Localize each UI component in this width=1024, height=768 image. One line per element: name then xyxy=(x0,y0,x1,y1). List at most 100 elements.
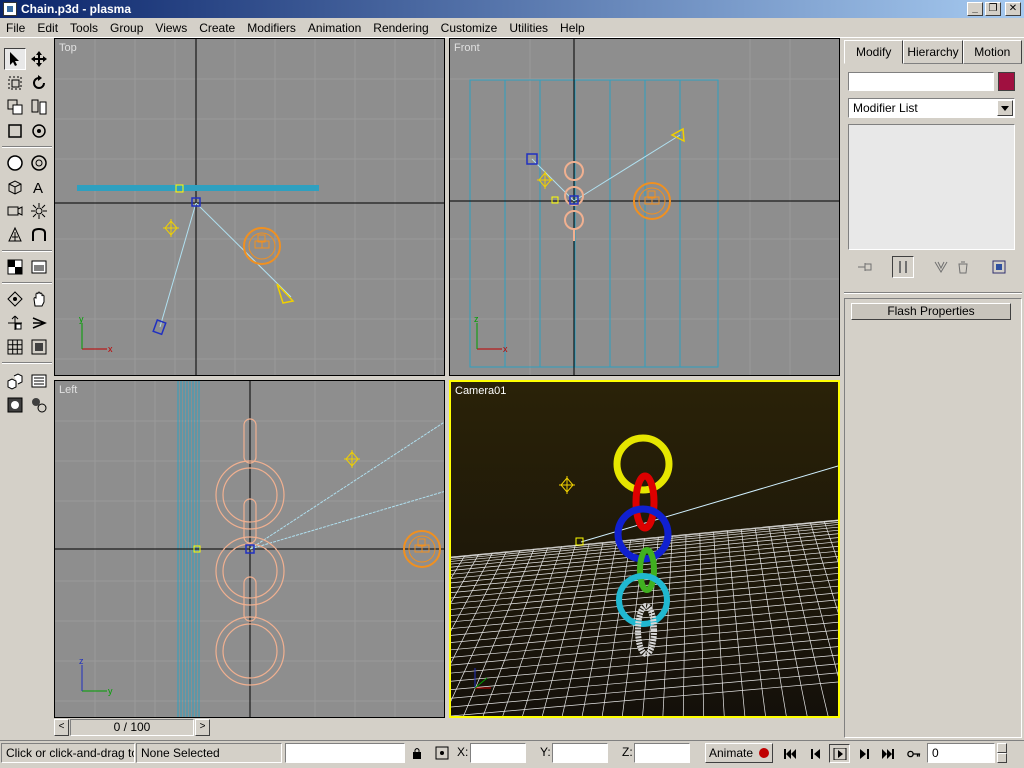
menu-rendering[interactable]: Rendering xyxy=(367,21,434,35)
minimize-button[interactable]: _ xyxy=(967,2,983,16)
command-panel: Modify Hierarchy Motion Modifier List Fl… xyxy=(842,38,1024,742)
x-coordinate-field[interactable] xyxy=(470,743,526,763)
remove-modifier-icon[interactable] xyxy=(952,256,974,278)
select-region-icon[interactable] xyxy=(4,120,26,142)
viewport-label-front[interactable]: Front xyxy=(454,42,480,54)
menu-group[interactable]: Group xyxy=(104,21,149,35)
left-viewport-scene: y z xyxy=(55,381,444,717)
absolute-mode-icon[interactable] xyxy=(433,743,451,763)
key-mode-icon[interactable] xyxy=(903,744,924,763)
quick-render-icon[interactable] xyxy=(4,394,26,416)
flash-properties-rollout[interactable]: Flash Properties xyxy=(851,303,1011,320)
time-slider: < 0 / 100 > xyxy=(54,719,210,736)
selection-set-field[interactable] xyxy=(285,743,405,763)
flash-plane-grid xyxy=(469,79,719,368)
bind-space-warp-icon[interactable] xyxy=(28,120,50,142)
lock-icon[interactable] xyxy=(408,743,426,763)
go-to-start-icon[interactable] xyxy=(779,744,800,763)
selection-info: None Selected xyxy=(136,743,282,763)
viewport-label-left[interactable]: Left xyxy=(59,384,77,396)
previous-frame-icon[interactable] xyxy=(805,744,826,763)
app-icon xyxy=(3,2,17,16)
status-bar: Click or click-and-drag to se None Selec… xyxy=(0,740,1024,768)
go-to-end-icon[interactable] xyxy=(877,744,898,763)
menu-tools[interactable]: Tools xyxy=(64,21,104,35)
sphere-icon[interactable] xyxy=(4,152,26,174)
animate-button[interactable]: Animate xyxy=(705,743,773,763)
align-icon[interactable] xyxy=(4,312,26,334)
play-icon[interactable] xyxy=(829,744,850,763)
move-tool-icon[interactable] xyxy=(28,48,50,70)
box-icon[interactable] xyxy=(4,176,26,198)
viewport-left[interactable]: y z Left xyxy=(54,380,445,718)
chevron-down-icon[interactable] xyxy=(997,100,1013,116)
helper-icon[interactable] xyxy=(4,224,26,246)
menu-utilities[interactable]: Utilities xyxy=(503,21,554,35)
light-target-icon xyxy=(163,219,179,237)
select-and-link-icon[interactable] xyxy=(4,288,26,310)
current-frame-field[interactable]: 0 xyxy=(927,743,995,763)
viewport-label-camera[interactable]: Camera01 xyxy=(455,385,506,397)
z-coordinate-field[interactable] xyxy=(634,743,690,763)
link-icon[interactable] xyxy=(4,96,26,118)
text-icon[interactable]: A xyxy=(28,176,50,198)
prompt-line: Click or click-and-drag to se xyxy=(1,743,135,763)
menu-modifiers[interactable]: Modifiers xyxy=(241,21,302,35)
torus-icon[interactable] xyxy=(28,152,50,174)
show-end-result-icon[interactable] xyxy=(892,256,914,278)
svg-text:A: A xyxy=(33,180,43,196)
menu-views[interactable]: Views xyxy=(149,21,193,35)
y-label: Y: xyxy=(540,745,551,759)
select-tool-icon[interactable] xyxy=(4,48,26,70)
menu-edit[interactable]: Edit xyxy=(31,21,64,35)
frame-spinner[interactable] xyxy=(997,743,1007,763)
grid-icon[interactable] xyxy=(4,336,26,358)
menu-customize[interactable]: Customize xyxy=(435,21,504,35)
time-prev-button[interactable]: < xyxy=(54,719,69,736)
menu-help[interactable]: Help xyxy=(554,21,591,35)
make-unique-icon[interactable] xyxy=(930,256,952,278)
light-icon[interactable] xyxy=(28,200,50,222)
tab-motion[interactable]: Motion xyxy=(962,40,1022,64)
camera-icon[interactable] xyxy=(4,200,26,222)
viewport-front[interactable]: x z Front xyxy=(449,38,840,376)
stack-buttons xyxy=(848,256,1018,278)
rotate-tool-icon[interactable] xyxy=(28,72,50,94)
array-icon[interactable] xyxy=(4,370,26,392)
close-button[interactable]: ✕ xyxy=(1005,2,1021,16)
menu-create[interactable]: Create xyxy=(193,21,241,35)
mirror-icon[interactable] xyxy=(28,312,50,334)
render-last-icon[interactable] xyxy=(28,394,50,416)
track-view-icon[interactable] xyxy=(28,370,50,392)
z-label: Z: xyxy=(622,745,633,759)
menu-animation[interactable]: Animation xyxy=(302,21,367,35)
pin-stack-icon[interactable] xyxy=(854,256,876,278)
object-color-swatch[interactable] xyxy=(998,72,1015,91)
axis-y-label: y xyxy=(108,686,113,696)
modifier-stack-list[interactable] xyxy=(848,124,1015,250)
menu-file[interactable]: File xyxy=(0,21,31,35)
viewport-top[interactable]: x y Top xyxy=(54,38,445,376)
configure-modifier-sets-icon[interactable] xyxy=(988,256,1010,278)
unlink-icon[interactable] xyxy=(28,96,50,118)
render-scene-icon[interactable] xyxy=(28,256,50,278)
x-label: X: xyxy=(457,745,469,759)
axis-y-label: y xyxy=(79,314,84,324)
tab-modify[interactable]: Modify xyxy=(844,40,904,64)
next-frame-icon[interactable] xyxy=(853,744,874,763)
y-coordinate-field[interactable] xyxy=(552,743,608,763)
modifier-list-dropdown[interactable]: Modifier List xyxy=(848,98,1015,118)
pan-hand-icon[interactable] xyxy=(28,288,50,310)
material-editor-icon[interactable] xyxy=(4,256,26,278)
shape-icon[interactable] xyxy=(28,224,50,246)
object-name-field[interactable] xyxy=(848,72,994,91)
viewport-label-top[interactable]: Top xyxy=(59,42,77,54)
top-viewport-scene: x y xyxy=(55,39,444,375)
viewport-layout-icon[interactable] xyxy=(28,336,50,358)
viewport-camera[interactable]: Camera01 xyxy=(449,380,840,718)
time-next-button[interactable]: > xyxy=(195,719,210,736)
time-slider-track[interactable]: 0 / 100 xyxy=(70,719,194,736)
scale-tool-icon[interactable] xyxy=(4,72,26,94)
tab-hierarchy[interactable]: Hierarchy xyxy=(903,40,963,64)
restore-button[interactable]: ❐ xyxy=(985,2,1001,16)
